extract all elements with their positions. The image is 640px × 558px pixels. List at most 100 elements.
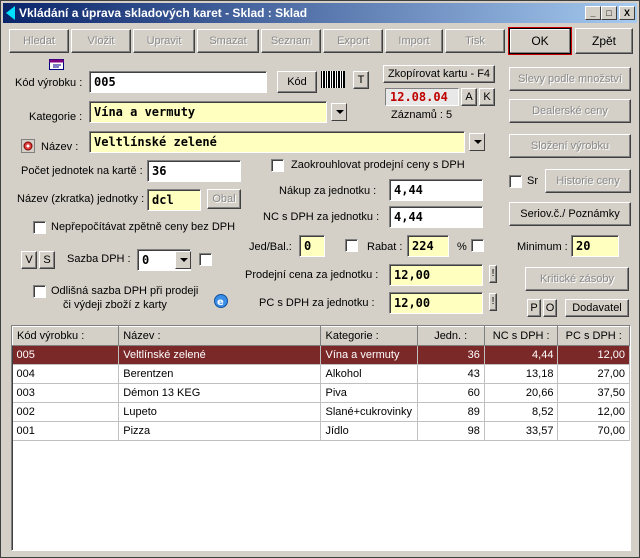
table-row[interactable]: 002 Lupeto Slané+cukrovinky 89 8,52 12,0… (12, 402, 630, 422)
export-button[interactable]: Export (323, 29, 383, 53)
pc-input[interactable]: 12,00 (389, 292, 483, 314)
cell-name: Berentzen (118, 364, 322, 384)
products-table[interactable]: Kód výrobku : Název : Kategorie : Jedn. … (11, 325, 631, 551)
name-input[interactable]: Veltlínské zelené (89, 131, 465, 153)
cell-category: Jídlo (320, 421, 418, 441)
dealer-prices-button[interactable]: Dealerské ceny (509, 99, 631, 123)
different-vat-checkbox[interactable] (33, 285, 46, 298)
purchase-label: Nákup za jednotku : (279, 185, 377, 197)
code-label: Kód výrobku : (15, 77, 83, 89)
purchase-input[interactable]: 4,44 (389, 179, 483, 201)
app-window: Vkládání a úprava skladových karet - Skl… (0, 0, 640, 558)
app-icon (6, 6, 15, 20)
critical-stock-button[interactable]: Kritické zásoby (525, 267, 629, 291)
table-row[interactable]: 001 Pizza Jídlo 98 33,57 70,00 (12, 421, 630, 441)
p-button[interactable]: P (527, 299, 541, 317)
record-icon[interactable] (21, 139, 35, 153)
cell-units: 60 (417, 383, 485, 403)
o-button[interactable]: O (543, 299, 557, 317)
cell-pc: 12,00 (557, 345, 630, 365)
cell-code: 003 (12, 383, 120, 403)
cell-units: 98 (417, 421, 485, 441)
a-button[interactable]: A (461, 88, 477, 106)
col-header-name[interactable]: Název : (118, 326, 322, 346)
v-button[interactable]: V (21, 251, 37, 269)
col-header-units[interactable]: Jedn. : (416, 326, 485, 346)
rabat-input[interactable]: 224 (407, 235, 449, 257)
cell-nc: 8,52 (484, 402, 559, 422)
s-button[interactable]: S (39, 251, 55, 269)
col-header-code[interactable]: Kód výrobku : (12, 326, 120, 346)
browser-icon[interactable]: e (213, 293, 229, 309)
vat-rate-checkbox[interactable] (199, 253, 212, 266)
category-dropdown[interactable] (331, 103, 347, 121)
cell-name: Lupeto (118, 402, 322, 422)
unit-name-input[interactable]: dcl (147, 189, 201, 211)
back-button[interactable]: Zpět (575, 28, 633, 54)
window-title: Vkládání a úprava skladových karet - Skl… (19, 6, 308, 20)
percent-checkbox[interactable] (471, 239, 484, 252)
price-history-button[interactable]: Historie ceny (545, 169, 631, 193)
ok-button[interactable]: OK (509, 28, 571, 54)
sr-checkbox[interactable] (509, 175, 522, 188)
jed-bal-label: Jed/Bal.: (249, 241, 292, 253)
units-per-card-input[interactable]: 36 (147, 160, 241, 182)
cell-category: Vína a vermuty (320, 345, 418, 365)
col-header-category[interactable]: Kategorie : (320, 326, 418, 346)
pc-excl-button[interactable]: ! (489, 293, 497, 311)
cell-nc: 33,57 (484, 421, 559, 441)
col-header-nc[interactable]: NC s DPH : (483, 326, 559, 346)
calendar-icon[interactable] (49, 57, 65, 71)
no-recalc-checkbox[interactable] (33, 221, 46, 234)
list-button[interactable]: Seznam (261, 29, 321, 53)
records-count: Záznamů : 5 (391, 109, 453, 121)
cell-nc: 4,44 (484, 345, 559, 365)
pc-label: PC s DPH za jednotku : (259, 297, 375, 309)
code-input[interactable]: 005 (89, 71, 267, 93)
obal-button[interactable]: Obal (207, 189, 241, 209)
print-button[interactable]: Tisk (445, 29, 505, 53)
close-button[interactable]: X (619, 6, 635, 20)
table-row[interactable]: 004 Berentzen Alkohol 43 13,18 27,00 (12, 364, 630, 384)
round-price-checkbox[interactable] (271, 159, 284, 172)
t-button[interactable]: T (353, 71, 369, 89)
discounts-button[interactable]: Slevy podle množství (509, 67, 631, 91)
table-row[interactable]: 005 Veltlínské zelené Vína a vermuty 36 … (12, 345, 630, 365)
table-header-row: Kód výrobku : Název : Kategorie : Jedn. … (12, 326, 630, 346)
sale-price-excl-button[interactable]: ! (489, 265, 497, 283)
cell-pc: 27,00 (557, 364, 630, 384)
copy-card-button[interactable]: Zkopírovat kartu - F4 (383, 65, 495, 83)
jed-bal-input[interactable]: 0 (299, 235, 325, 257)
minimize-button[interactable]: _ (585, 6, 601, 20)
sr-label: Sr (527, 175, 538, 187)
supplier-button[interactable]: Dodavatel (565, 299, 629, 317)
search-button[interactable]: Hledat (9, 29, 69, 53)
cell-nc: 13,18 (484, 364, 559, 384)
col-header-pc[interactable]: PC s DPH : (557, 326, 630, 346)
nc-input[interactable]: 4,44 (389, 206, 483, 228)
import-button[interactable]: Import (385, 29, 443, 53)
cell-pc: 12,00 (557, 402, 630, 422)
table-row[interactable]: 003 Démon 13 KEG Piva 60 20,66 37,50 (12, 383, 630, 403)
unit-name-label: Název (zkratka) jednotky : (17, 193, 145, 205)
code-button[interactable]: Kód (277, 71, 317, 93)
category-input[interactable]: Vína a vermuty (89, 101, 327, 123)
insert-button[interactable]: Vložit (71, 29, 131, 53)
date-display: 12.08.04 (385, 88, 459, 106)
maximize-button[interactable]: □ (601, 6, 617, 20)
vat-rate-dropdown[interactable] (175, 251, 191, 269)
rabat-checkbox[interactable] (345, 239, 358, 252)
name-dropdown[interactable] (469, 133, 485, 151)
serial-notes-button[interactable]: Seriov.č./ Poznámky (509, 202, 631, 226)
barcode-icon[interactable] (321, 71, 345, 88)
delete-button[interactable]: Smazat (197, 29, 259, 53)
different-vat-label-2: či výdeji zboží z karty (63, 299, 167, 311)
composition-button[interactable]: Složení výrobku (509, 134, 631, 158)
minimum-input[interactable]: 20 (571, 235, 619, 257)
sale-price-input[interactable]: 12,00 (389, 264, 483, 286)
edit-button[interactable]: Upravit (133, 29, 195, 53)
k-button[interactable]: K (479, 88, 495, 106)
cell-code: 004 (12, 364, 120, 384)
cell-name: Démon 13 KEG (118, 383, 322, 403)
minimum-label: Minimum : (517, 241, 568, 253)
